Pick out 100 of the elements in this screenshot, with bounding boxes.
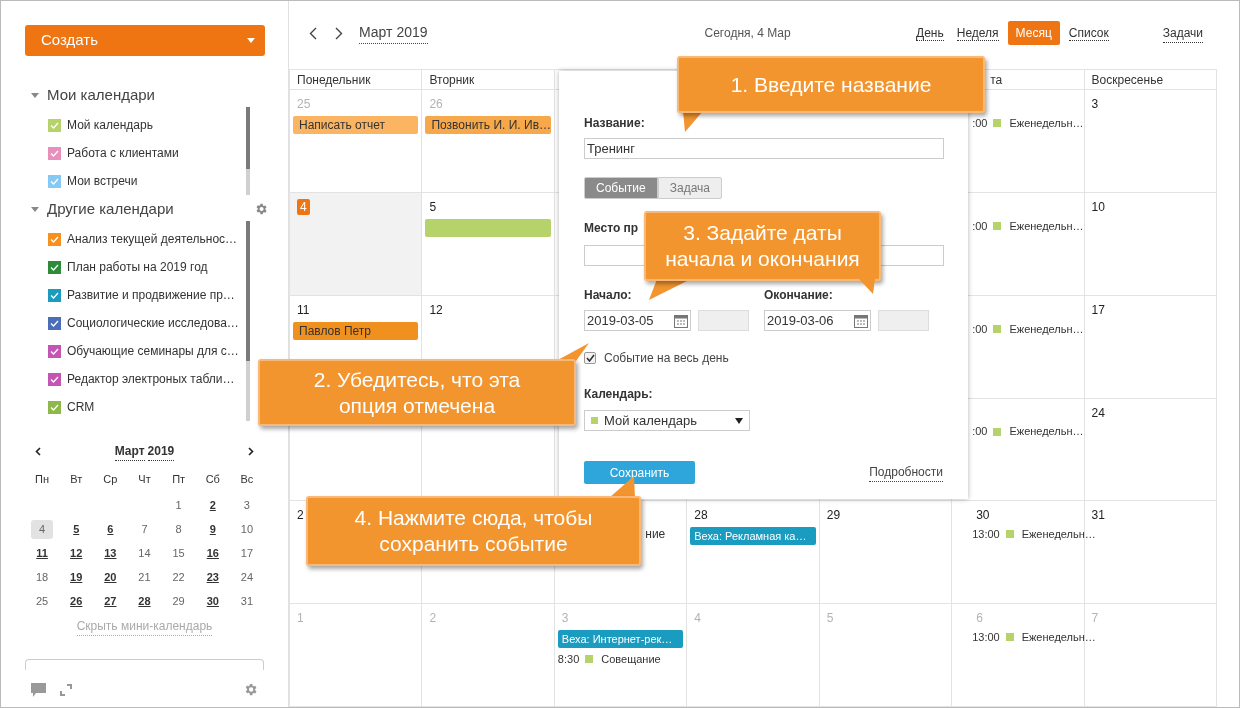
day-number[interactable]: 31 — [1091, 506, 1105, 525]
mini-calendar-day[interactable]: 11 — [36, 544, 48, 562]
event-title[interactable]: Еженедельн… — [1021, 526, 1096, 543]
calendar-checkbox[interactable] — [48, 344, 61, 358]
mini-calendar-day[interactable]: 17 — [240, 544, 254, 562]
mini-calendar-day[interactable]: 20 — [104, 568, 117, 586]
checkbox-label[interactable]: Событие на весь день — [604, 349, 729, 367]
mini-calendar-day[interactable]: 22 — [172, 568, 185, 586]
calendar-name[interactable]: Социологические исследова… — [67, 314, 239, 332]
calendar-name[interactable]: Редактор электроных табли… — [67, 370, 235, 388]
scrollbar[interactable] — [246, 221, 250, 421]
mini-calendar-day[interactable]: 25 — [35, 592, 49, 610]
date-input[interactable]: 2019-03-06 — [764, 310, 871, 331]
day-number[interactable]: 24 — [1091, 403, 1105, 422]
details-link[interactable]: Подробности — [869, 463, 943, 482]
day-number[interactable]: 29 — [826, 506, 841, 525]
event-title[interactable]: Еженедельн… — [1009, 217, 1084, 235]
mini-calendar-day[interactable]: 19 — [70, 568, 83, 586]
calendar-checkbox[interactable] — [48, 260, 61, 274]
calendar-checkbox[interactable] — [48, 316, 61, 330]
calendar-checkbox[interactable] — [48, 118, 61, 132]
title-input[interactable]: Тренинг — [584, 138, 944, 159]
mini-calendar-day[interactable]: 3 — [243, 496, 250, 514]
section-title[interactable]: Мои календари — [47, 83, 155, 107]
day-number[interactable]: 12 — [429, 300, 443, 319]
previous-icon[interactable] — [309, 26, 317, 40]
day-number[interactable]: 3 — [1091, 95, 1099, 114]
view-tab[interactable]: День — [912, 21, 948, 46]
event-title[interactable]: Еженедельн… — [1009, 114, 1084, 132]
day-number[interactable]: 10 — [1091, 198, 1105, 216]
event-title[interactable]: Еженедельн… — [1009, 320, 1084, 338]
expand-icon[interactable] — [60, 683, 72, 696]
mini-calendar-day[interactable]: 7 — [141, 520, 148, 538]
mini-calendar-day[interactable]: 28 — [138, 592, 151, 610]
mini-calendar-day[interactable]: 18 — [35, 568, 49, 586]
mini-calendar-day[interactable]: 2 — [209, 496, 216, 514]
input-field[interactable] — [25, 659, 264, 670]
previous-icon[interactable] — [35, 446, 41, 456]
calendar-name[interactable]: Анализ текущей деятельнос… — [67, 230, 238, 248]
calendar-name[interactable]: Мои встречи — [67, 172, 138, 190]
calendar-icon[interactable] — [854, 313, 868, 328]
mini-calendar-day[interactable]: 1 — [175, 496, 182, 514]
calendar-checkbox[interactable] — [48, 174, 61, 188]
mini-calendar-day[interactable]: 12 — [70, 544, 83, 562]
mini-calendar-day[interactable]: 16 — [206, 544, 219, 562]
mini-calendar-day[interactable]: 21 — [138, 568, 151, 586]
calendar-name[interactable]: Развитие и продвижение пр… — [67, 286, 235, 304]
mini-calendar-day[interactable]: 27 — [104, 592, 117, 610]
calendar-name[interactable]: Работа с клиентами — [67, 144, 179, 162]
mini-calendar-day[interactable]: 8 — [175, 520, 182, 538]
view-tab[interactable]: Неделя — [952, 21, 1003, 46]
mini-calendar-day[interactable]: 23 — [206, 568, 219, 586]
calendar-name[interactable]: Мой календарь — [67, 116, 153, 134]
day-number[interactable]: 5 — [429, 198, 437, 216]
period-link[interactable]: Март 2019 — [359, 22, 428, 45]
mini-calendar-day[interactable]: 15 — [172, 544, 185, 562]
calendar-name[interactable]: CRM — [67, 398, 95, 416]
mini-calendar-day[interactable]: 4 — [31, 519, 54, 539]
mini-calendar-day[interactable]: 24 — [240, 568, 254, 586]
calendar-checkbox[interactable] — [48, 146, 61, 160]
month-link[interactable]: Март — [114, 441, 145, 461]
event-bar[interactable]: Павлов Петр — [293, 321, 419, 340]
day-number[interactable]: 17 — [1091, 300, 1105, 319]
event-title[interactable]: ние — [645, 525, 666, 544]
next-icon[interactable] — [335, 26, 343, 40]
mini-calendar-day[interactable]: 6 — [107, 520, 114, 538]
calendar-checkbox[interactable] — [48, 288, 61, 302]
section-title[interactable]: Другие календари — [47, 197, 174, 221]
event-title[interactable]: Еженедельн… — [1009, 423, 1084, 440]
mini-calendar-day[interactable]: 10 — [240, 520, 254, 538]
settings-icon[interactable] — [254, 202, 268, 216]
calendar-icon[interactable] — [674, 313, 688, 328]
day-number[interactable]: 11 — [297, 300, 310, 319]
day-number[interactable]: 28 — [694, 506, 708, 525]
mini-calendar-day[interactable]: 14 — [138, 544, 151, 562]
calendar-name[interactable]: Обучающие семинары для с… — [67, 342, 239, 360]
day-number[interactable]: 2 — [297, 506, 304, 525]
mini-calendar-day[interactable]: 9 — [209, 520, 216, 538]
day-number[interactable]: 30 — [976, 506, 990, 525]
year-link[interactable]: 2019 — [147, 441, 175, 461]
mini-calendar-day[interactable]: 13 — [104, 544, 117, 562]
checkbox[interactable] — [584, 352, 596, 364]
mini-calendar-day[interactable]: 5 — [73, 520, 80, 538]
calendar-checkbox[interactable] — [48, 400, 61, 414]
mini-calendar-day[interactable]: 29 — [172, 592, 185, 610]
event-bar[interactable]: Написать отчет — [293, 116, 419, 135]
scrollbar[interactable] — [246, 107, 250, 195]
time-input[interactable] — [878, 310, 929, 331]
calendar-checkbox[interactable] — [48, 372, 61, 386]
type-tab[interactable]: Задача — [657, 177, 722, 199]
next-icon[interactable] — [248, 446, 254, 456]
caret-icon[interactable] — [31, 92, 39, 98]
chat-icon[interactable] — [31, 682, 46, 697]
settings-icon[interactable] — [243, 682, 258, 697]
calendar-select[interactable]: Мой календарь — [584, 410, 750, 431]
caret-icon[interactable] — [31, 206, 39, 212]
date-input[interactable]: 2019-03-05 — [584, 310, 691, 331]
mini-calendar-day[interactable]: 30 — [206, 592, 219, 610]
calendar-checkbox[interactable] — [48, 232, 61, 246]
mini-calendar-day[interactable]: 26 — [70, 592, 83, 610]
